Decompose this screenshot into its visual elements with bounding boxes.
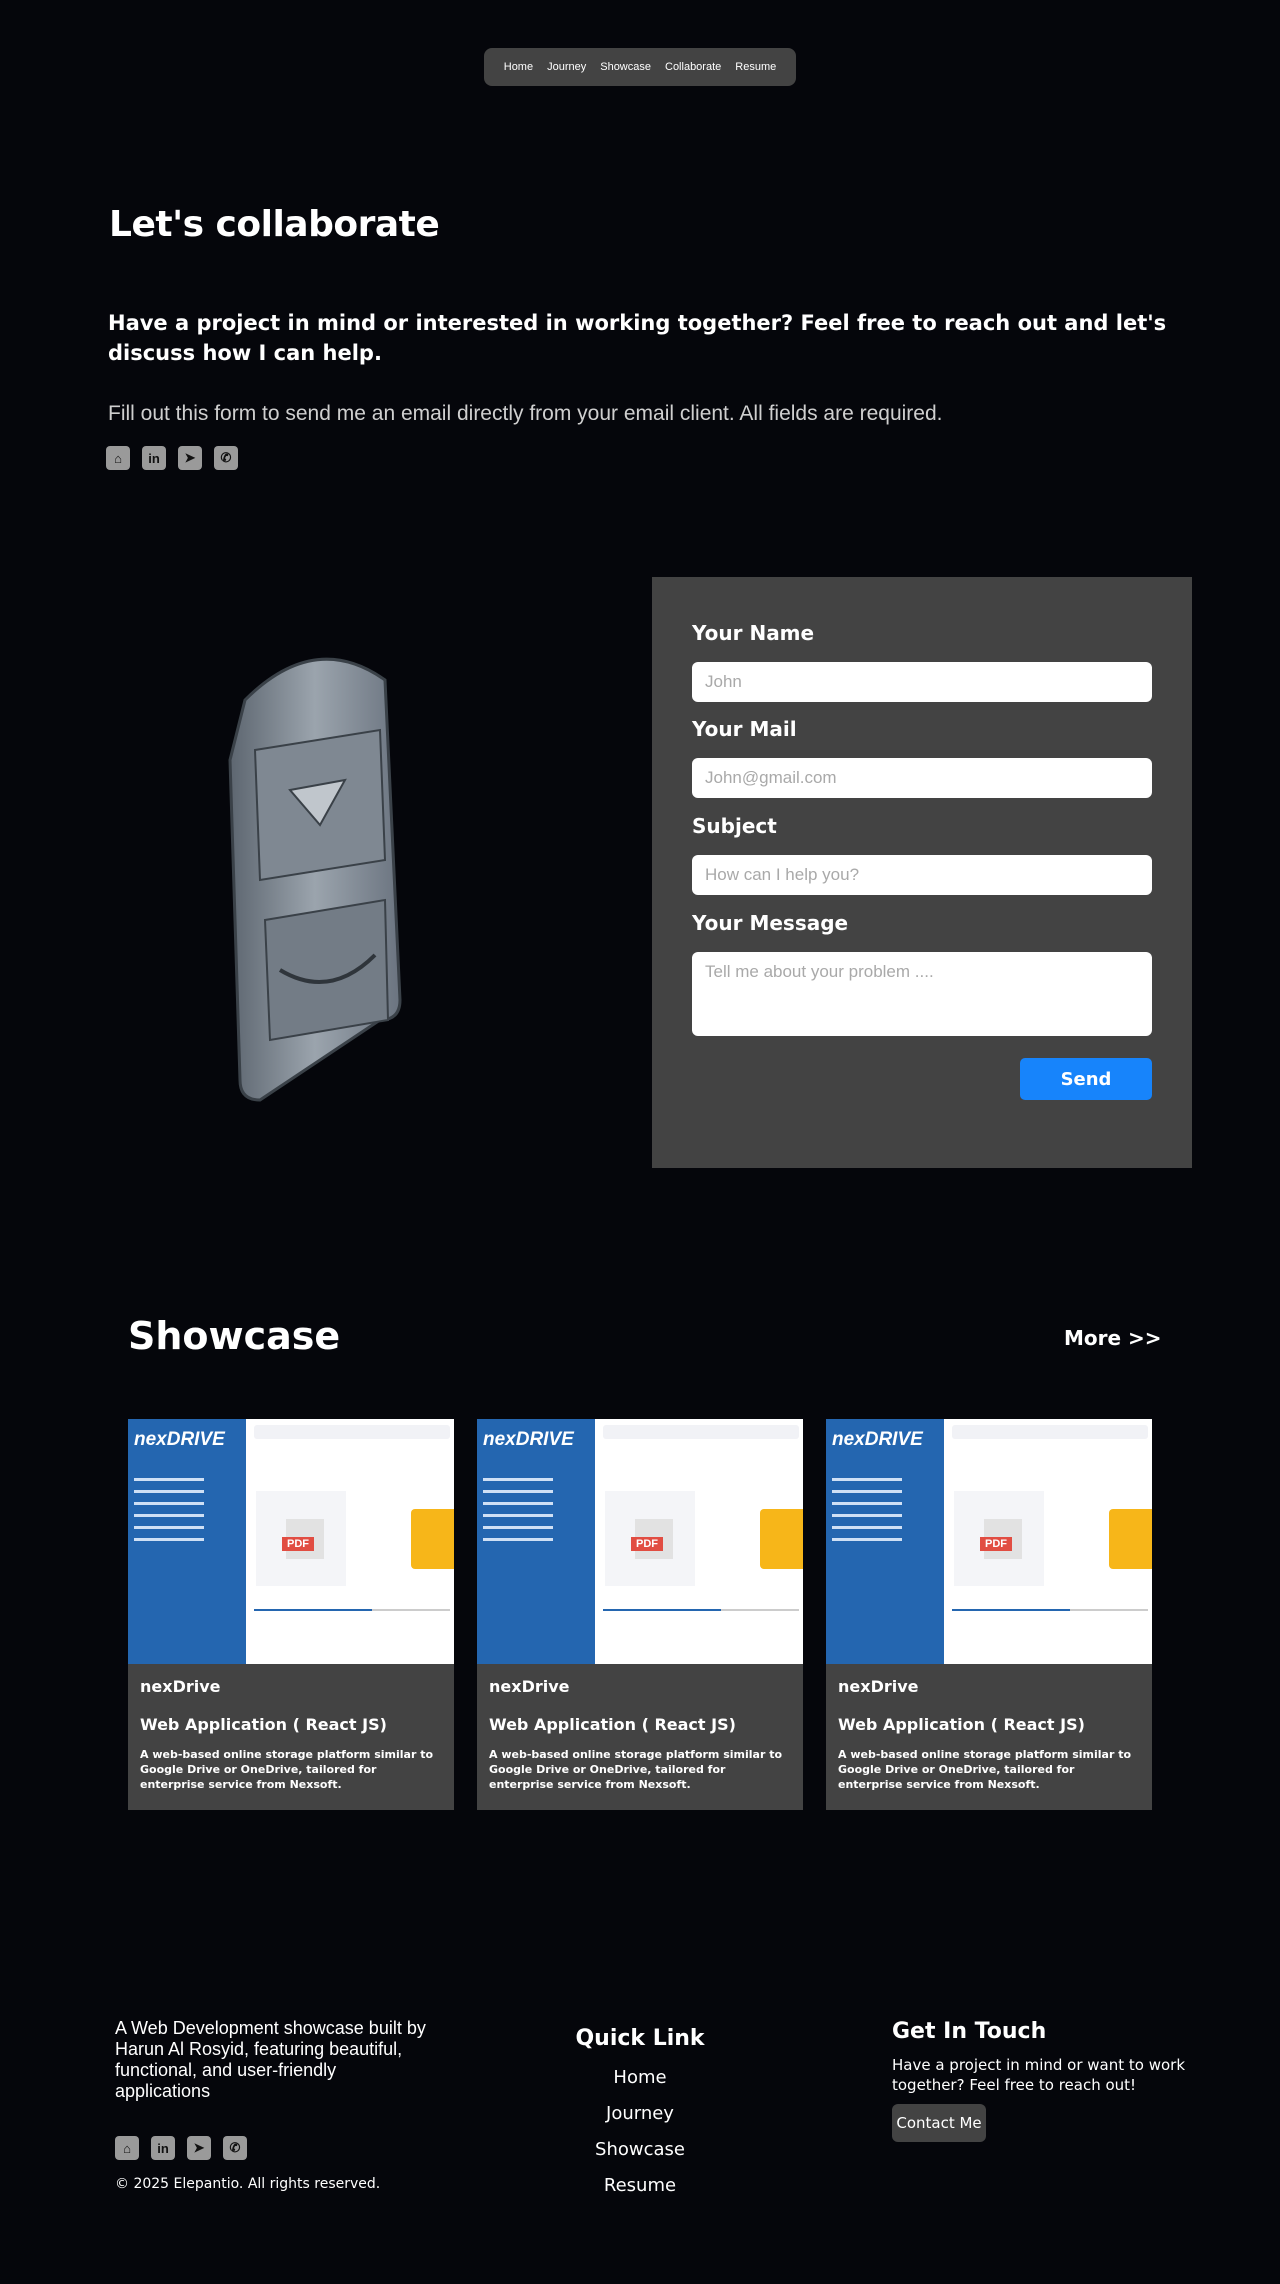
subject-label: Subject [692,814,777,838]
mail-label: Your Mail [692,717,797,741]
hero-lead: Have a project in mind or interested in … [108,311,1167,365]
message-label: Your Message [692,911,849,935]
footer-about: A Web Development showcase built by Haru… [115,2018,426,2101]
linkedin-icon[interactable]: in [142,446,166,470]
project-screenshot: nexDRIVE PDF [477,1419,803,1664]
project-description: A web-based online storage platform simi… [140,1748,434,1791]
copyright: © 2025 Elepantio. All rights reserved. [115,2176,381,2192]
project-logo: nexDRIVE [134,1429,225,1450]
github-icon[interactable]: ⌂ [106,446,130,470]
top-navbar: Home Journey Showcase Collaborate Resume [484,48,796,86]
whatsapp-icon[interactable]: ✆ [214,446,238,470]
project-logo: nexDRIVE [483,1429,574,1450]
project-type: Web Application ( React JS) [838,1715,1085,1734]
project-card[interactable]: nexDRIVE PDF nexDrive Web Application ( … [826,1419,1152,1810]
email-field[interactable] [692,758,1152,798]
linkedin-icon[interactable]: in [151,2136,175,2160]
get-in-touch-title: Get In Touch [892,2019,1047,2044]
nav-home[interactable]: Home [504,61,533,73]
project-screenshot: nexDRIVE PDF [128,1419,454,1664]
name-field[interactable] [692,662,1152,702]
message-field[interactable] [692,952,1152,1036]
project-logo: nexDRIVE [832,1429,923,1450]
whatsapp-icon[interactable]: ✆ [223,2136,247,2160]
name-label: Your Name [692,621,815,645]
footer-social-links: ⌂ in ➤ ✆ [115,2136,247,2160]
nav-showcase[interactable]: Showcase [600,61,651,73]
telegram-icon[interactable]: ➤ [187,2136,211,2160]
send-button[interactable]: Send [1020,1058,1152,1100]
hero-social-links: ⌂ in ➤ ✆ [106,446,238,470]
showcase-title: Showcase [128,1314,341,1358]
hero-subtitle: Fill out this form to send me an email d… [108,402,943,425]
project-description: A web-based online storage platform simi… [838,1748,1132,1791]
footer-link-journey[interactable]: Journey [540,2103,740,2124]
github-icon[interactable]: ⌂ [115,2136,139,2160]
contact-me-button[interactable]: Contact Me [892,2104,986,2142]
footer-link-showcase[interactable]: Showcase [540,2139,740,2160]
project-name: nexDrive [838,1677,919,1696]
project-name: nexDrive [140,1677,221,1696]
project-card[interactable]: nexDRIVE PDF nexDrive Web Application ( … [128,1419,454,1810]
footer-link-home[interactable]: Home [540,2067,740,2088]
project-type: Web Application ( React JS) [140,1715,387,1734]
nav-journey[interactable]: Journey [547,61,586,73]
quick-link-title: Quick Link [575,2026,705,2051]
project-screenshot: nexDRIVE PDF [826,1419,1152,1664]
subject-field[interactable] [692,855,1152,895]
footer-link-resume[interactable]: Resume [540,2175,740,2196]
get-in-touch-text: Have a project in mind or want to work t… [892,2056,1186,2094]
nav-resume[interactable]: Resume [735,61,776,73]
project-type: Web Application ( React JS) [489,1715,736,1734]
nav-collaborate[interactable]: Collaborate [665,61,721,73]
contact-form: Your Name Your Mail Subject Your Message… [652,577,1192,1168]
mailbox-illustration [228,657,402,1102]
telegram-icon[interactable]: ➤ [178,446,202,470]
more-showcase-link[interactable]: More >> [1064,1326,1162,1350]
page-title: Let's collaborate [109,204,440,245]
project-description: A web-based online storage platform simi… [489,1748,783,1791]
project-card[interactable]: nexDRIVE PDF nexDrive Web Application ( … [477,1419,803,1810]
project-name: nexDrive [489,1677,570,1696]
